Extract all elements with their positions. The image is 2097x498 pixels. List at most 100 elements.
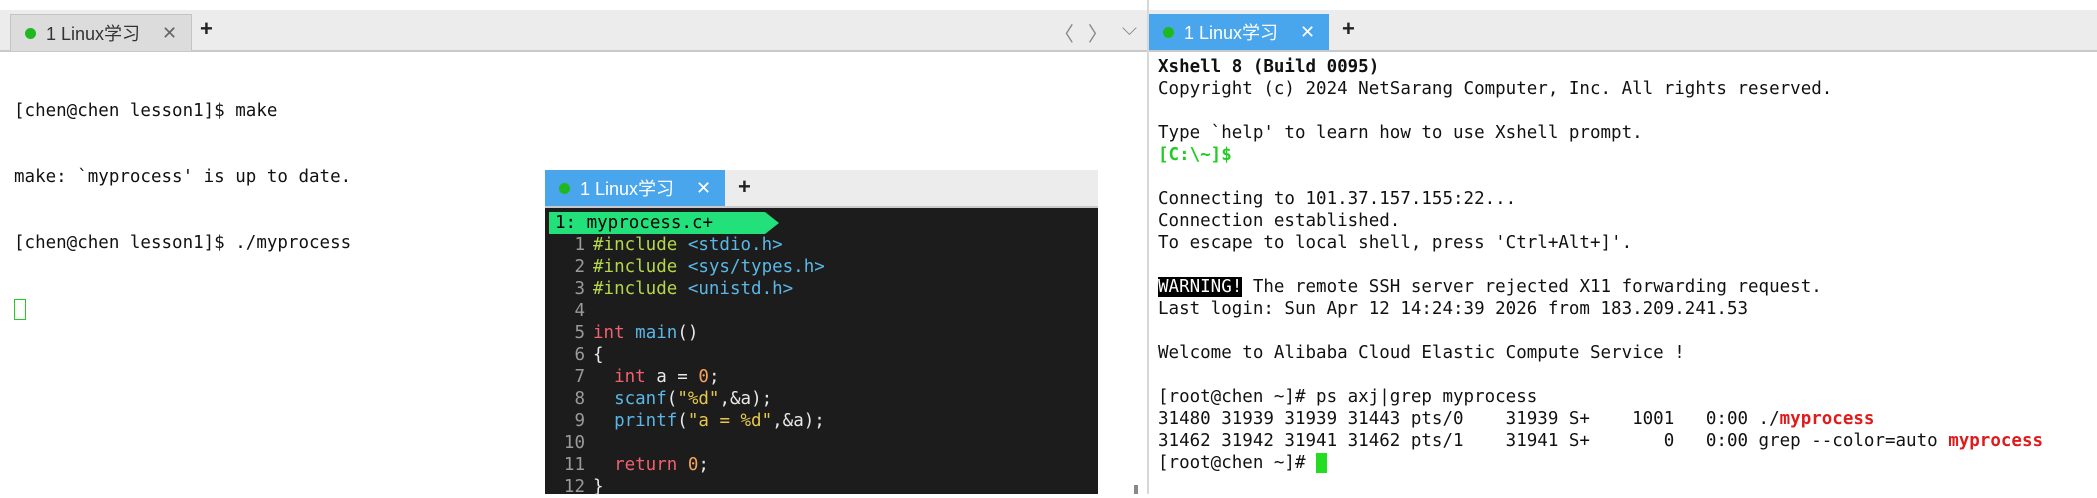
terminal-line: Connecting to 101.37.157.155:22... bbox=[1158, 189, 1517, 209]
code-token: int bbox=[614, 367, 657, 387]
connection-status-icon bbox=[25, 27, 36, 39]
code-line: 12} bbox=[549, 476, 825, 498]
scroll-tabs-right-icon[interactable]: 〉 bbox=[1088, 18, 1108, 47]
terminal-cursor bbox=[1316, 453, 1328, 473]
tab-label: 1 Linux学习 bbox=[46, 24, 141, 44]
terminal-line: To escape to local shell, press 'Ctrl+Al… bbox=[1158, 233, 1633, 253]
code-line: 4 bbox=[549, 300, 825, 322]
shell-prompt: [root@chen ~]# bbox=[1158, 453, 1317, 473]
terminal-line: Connection established. bbox=[1158, 211, 1401, 231]
code-line: 2 #include <sys/types.h> bbox=[549, 256, 825, 278]
line-number: 1 bbox=[574, 235, 585, 255]
line-number: 7 bbox=[574, 367, 585, 387]
close-tab-icon[interactable]: ✕ bbox=[162, 23, 177, 44]
code-line: 9 printf("a = %d",&a); bbox=[549, 410, 825, 432]
floating-vim-window[interactable]: 1 Linux学习 ✕ + 1: myprocess.c+ 1 #include … bbox=[545, 170, 1098, 497]
terminal-text: 31480 31939 31939 31443 pts/0 31939 S+ 1… bbox=[1158, 409, 1780, 429]
new-tab-button[interactable]: + bbox=[1342, 16, 1355, 42]
terminal-line: Copyright (c) 2024 NetSarang Computer, I… bbox=[1158, 79, 1833, 99]
terminal-line: [chen@chen lesson1]$ ./myprocess bbox=[14, 233, 352, 253]
new-tab-button[interactable]: + bbox=[738, 174, 751, 200]
connection-status-icon bbox=[559, 182, 570, 194]
right-terminal-pane[interactable]: 1 Linux学习 ✕ + Xshell 8 (Build 0095) Copyr… bbox=[1149, 0, 2097, 494]
code-token: <sys/types.h> bbox=[687, 257, 825, 277]
code-token: scanf bbox=[614, 389, 667, 409]
code-token: () bbox=[677, 323, 699, 343]
scroll-tabs-left-icon[interactable]: 〈 bbox=[1054, 18, 1074, 47]
code-token: ,&a); bbox=[772, 411, 825, 431]
terminal-line: [C:\~]$ bbox=[1158, 144, 2043, 166]
code-line: 10 bbox=[549, 432, 825, 454]
code-token: 0 bbox=[698, 367, 709, 387]
terminal-cursor-line bbox=[14, 298, 351, 320]
code-token: a = bbox=[656, 367, 699, 387]
left-tab-bar: 1 Linux学习 ✕ + 〈 〉 ⌵ bbox=[0, 10, 1147, 52]
code-line: 11 return 0; bbox=[549, 454, 825, 476]
terminal-line: [root@chen ~]# bbox=[1158, 452, 2043, 474]
code-line: 3 #include <unistd.h> bbox=[549, 278, 825, 300]
code-token: int bbox=[593, 323, 636, 343]
terminal-line: 31480 31939 31939 31443 pts/0 31939 S+ 1… bbox=[1158, 408, 2043, 430]
vim-code-editor[interactable]: 1 #include <stdio.h> 2 #include <sys/types.… bbox=[549, 234, 825, 498]
line-number: 8 bbox=[574, 389, 585, 409]
tab-label: 1 Linux学习 bbox=[580, 179, 675, 199]
left-terminal-output[interactable]: [chen@chen lesson1]$ make make: `myproce… bbox=[14, 56, 351, 364]
warning-badge: WARNING! bbox=[1158, 277, 1243, 297]
tab-linux-study-vim[interactable]: 1 Linux学习 ✕ bbox=[545, 170, 725, 206]
right-terminal-output[interactable]: Xshell 8 (Build 0095) Copyright (c) 2024 … bbox=[1158, 56, 2043, 474]
line-number: 11 bbox=[563, 455, 585, 475]
terminal-text: The remote SSH server rejected X11 forwa… bbox=[1242, 277, 1822, 297]
line-number: 2 bbox=[574, 257, 585, 277]
terminal-text: 31462 31942 31941 31462 pts/1 31941 S+ 0… bbox=[1158, 431, 1949, 451]
terminal-line: WARNING! The remote SSH server rejected … bbox=[1158, 276, 2043, 298]
terminal-line: [chen@chen lesson1]$ make bbox=[14, 101, 278, 121]
line-number: 3 bbox=[574, 279, 585, 299]
code-token: return bbox=[614, 455, 688, 475]
code-token: ; bbox=[708, 367, 720, 387]
grep-match-highlight: myprocess bbox=[1779, 409, 1875, 429]
code-token: "%d" bbox=[677, 389, 720, 409]
new-tab-button[interactable]: + bbox=[200, 16, 213, 42]
terminal-line: Type `help' to learn how to use Xshell p… bbox=[1158, 123, 1643, 143]
grep-match-highlight: myprocess bbox=[1948, 431, 2044, 451]
left-scrollbar[interactable] bbox=[1134, 485, 1138, 494]
code-token: { bbox=[593, 345, 604, 365]
terminal-line: Xshell 8 (Build 0095) bbox=[1158, 56, 2043, 78]
code-token: ; bbox=[698, 455, 709, 475]
code-line: 8 scanf("%d",&a); bbox=[549, 388, 825, 410]
close-tab-icon[interactable]: ✕ bbox=[1300, 22, 1315, 43]
code-token: <stdio.h> bbox=[687, 235, 783, 255]
vim-buffer-title: 1: myprocess.c+ bbox=[549, 212, 779, 234]
code-token: 0 bbox=[687, 455, 699, 475]
code-token: #include bbox=[593, 279, 688, 299]
connection-status-icon bbox=[1163, 26, 1174, 38]
line-number: 12 bbox=[563, 477, 585, 497]
right-tab-bar: 1 Linux学习 ✕ + bbox=[1149, 10, 2097, 52]
terminal-line: Last login: Sun Apr 12 14:24:39 2026 fro… bbox=[1158, 299, 1749, 319]
code-line: 7 int a = 0; bbox=[549, 366, 825, 388]
tab-label: 1 Linux学习 bbox=[1184, 23, 1279, 43]
tab-linux-study-right[interactable]: 1 Linux学习 ✕ bbox=[1149, 14, 1329, 50]
code-token: ( bbox=[677, 411, 688, 431]
code-token: ( bbox=[666, 389, 678, 409]
line-number: 5 bbox=[574, 323, 585, 343]
local-prompt: [C:\~]$ bbox=[1158, 145, 1232, 165]
close-tab-icon[interactable]: ✕ bbox=[696, 178, 711, 199]
code-line: 1 #include <stdio.h> bbox=[549, 234, 825, 256]
terminal-cursor bbox=[14, 298, 26, 320]
tab-linux-study-left[interactable]: 1 Linux学习 ✕ bbox=[10, 14, 192, 51]
line-number: 4 bbox=[574, 301, 585, 321]
terminal-line: 31462 31942 31941 31462 pts/1 31941 S+ 0… bbox=[1158, 430, 2043, 452]
terminal-text: Xshell 8 (Build 0095) bbox=[1158, 57, 1380, 77]
code-token: main bbox=[635, 323, 678, 343]
code-token: #include bbox=[593, 257, 688, 277]
tab-menu-chevron-icon[interactable]: ⌵ bbox=[1122, 18, 1137, 47]
